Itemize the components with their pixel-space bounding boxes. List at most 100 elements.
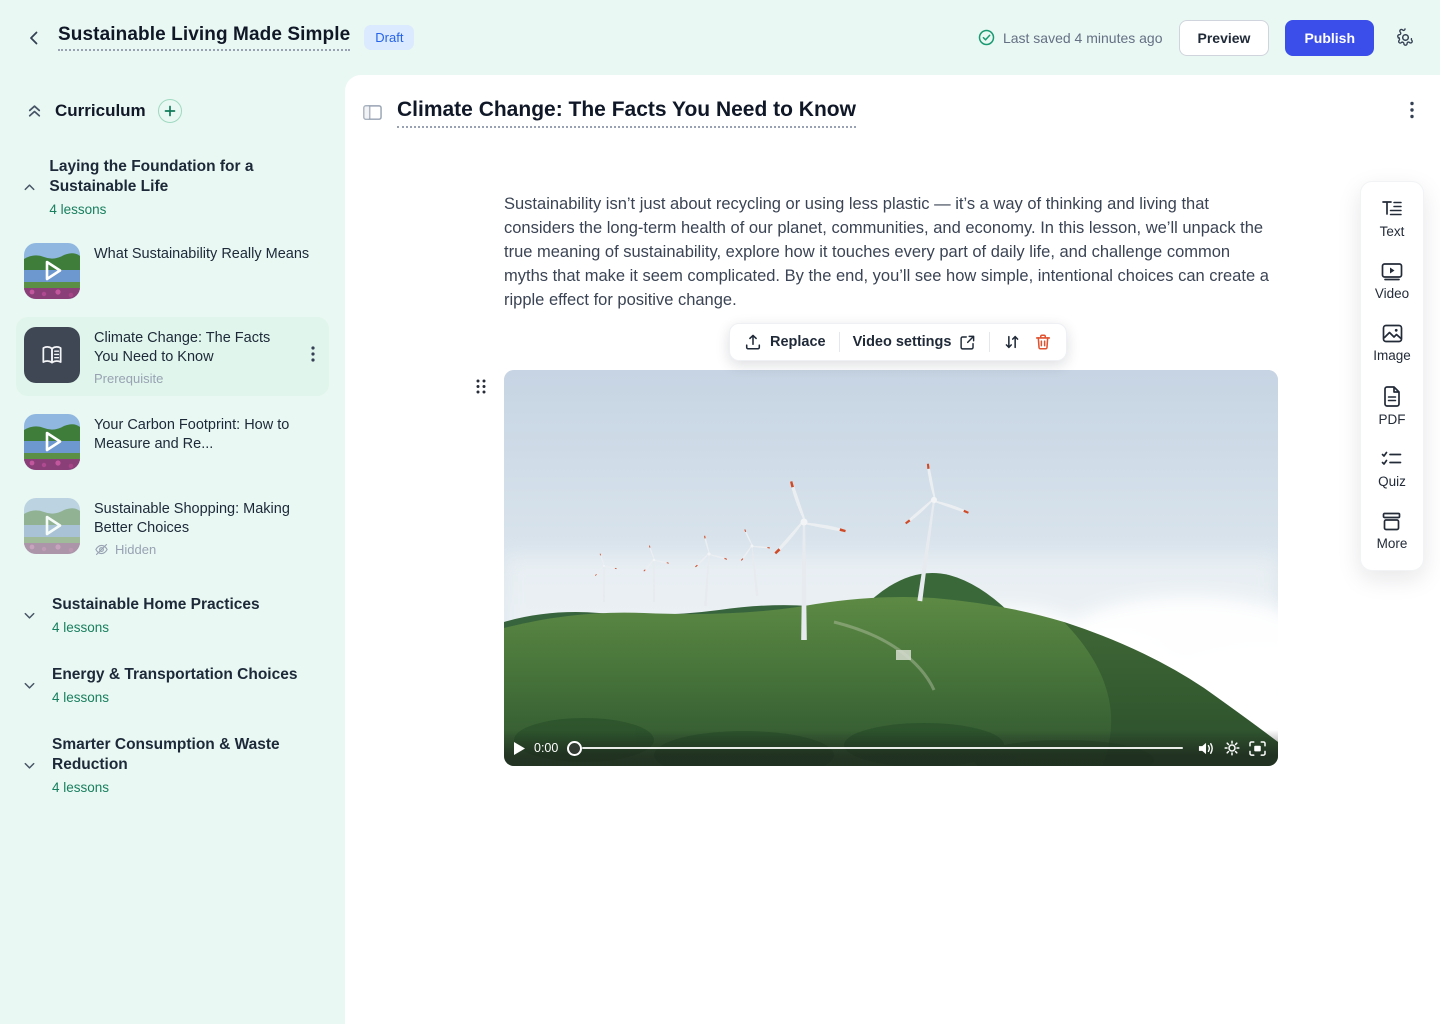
section-header[interactable]: Sustainable Home Practices 4 lessons (16, 593, 329, 637)
upload-icon (744, 333, 762, 351)
lesson-options-button[interactable] (1406, 97, 1418, 128)
toolbar-divider (839, 332, 840, 352)
insert-image-button[interactable]: Image (1373, 324, 1411, 363)
video-frame-windfarm (504, 370, 1278, 766)
curriculum-sidebar: Curriculum Laying the Foundation for a S… (0, 75, 345, 1024)
replace-button[interactable]: Replace (744, 333, 826, 351)
section-title: Sustainable Home Practices (52, 595, 260, 615)
chevron-up-icon (22, 157, 37, 217)
lesson-title: What Sustainability Really Means (94, 245, 309, 264)
last-saved-status: Last saved 4 minutes ago (978, 29, 1163, 46)
insert-more-button[interactable]: More (1377, 512, 1408, 551)
drag-dots-icon (475, 378, 487, 395)
fullscreen-button[interactable] (1249, 741, 1266, 756)
section-lesson-count: 4 lessons (52, 620, 260, 635)
delete-block-button[interactable] (1034, 333, 1052, 351)
curriculum-section: Sustainable Home Practices 4 lessons (16, 593, 329, 637)
video-thumbnail (24, 498, 80, 554)
section-title: Smarter Consumption & Waste Reduction (52, 735, 282, 775)
kebab-menu-icon (311, 346, 315, 362)
kebab-menu-icon (1410, 101, 1414, 119)
chevron-down-icon (22, 595, 40, 635)
section-title: Energy & Transportation Choices (52, 665, 297, 685)
video-block-toolbar: Replace Video settings (729, 323, 1067, 361)
lesson-paragraph[interactable]: Sustainability isn’t just about recyclin… (504, 192, 1278, 312)
reorder-button[interactable] (1003, 333, 1021, 351)
gear-icon (1224, 740, 1240, 756)
section-lesson-count: 4 lessons (49, 202, 329, 217)
section-header[interactable]: Laying the Foundation for a Sustainable … (16, 155, 329, 219)
course-title[interactable]: Sustainable Living Made Simple (58, 24, 350, 51)
back-button[interactable] (20, 24, 48, 52)
chevron-left-icon (25, 29, 43, 47)
lesson-title: Climate Change: The Facts You Need to Kn… (94, 329, 293, 367)
course-editor-app: Sustainable Living Made Simple Draft Las… (0, 0, 1440, 1024)
lesson-page-title[interactable]: Climate Change: The Facts You Need to Kn… (397, 98, 856, 128)
lesson-item-hidden[interactable]: Sustainable Shopping: Making Better Choi… (16, 488, 329, 567)
section-header[interactable]: Energy & Transportation Choices 4 lesson… (16, 663, 329, 707)
video-player[interactable]: 0:00 (504, 370, 1278, 766)
lesson-item[interactable]: Your Carbon Footprint: How to Measure an… (16, 404, 329, 480)
volume-button[interactable] (1198, 741, 1215, 756)
reading-lesson-tile (24, 327, 80, 383)
video-icon (1381, 262, 1403, 281)
plus-icon (164, 105, 176, 117)
insert-quiz-button[interactable]: Quiz (1378, 450, 1406, 489)
sidebar-panel-icon (363, 104, 382, 121)
gear-icon (1395, 27, 1416, 48)
status-badge: Draft (364, 25, 414, 50)
swap-arrows-icon (1003, 333, 1021, 351)
topbar: Sustainable Living Made Simple Draft Las… (0, 0, 1440, 75)
video-progress-bar[interactable] (567, 741, 1183, 756)
play-icon (514, 742, 525, 755)
image-icon (1382, 324, 1403, 343)
lesson-item-selected[interactable]: Climate Change: The Facts You Need to Kn… (16, 317, 329, 396)
lesson-list: What Sustainability Really Means Climate… (16, 233, 329, 567)
video-settings-button[interactable] (1224, 740, 1240, 756)
insert-pdf-button[interactable]: PDF (1379, 386, 1406, 427)
main-layout: Curriculum Laying the Foundation for a S… (0, 75, 1440, 1024)
toolbar-divider (989, 332, 990, 352)
lesson-title: Sustainable Shopping: Making Better Choi… (94, 500, 319, 538)
progress-track[interactable] (582, 747, 1183, 750)
check-circle-icon (978, 29, 995, 46)
lesson-subtitle: Prerequisite (94, 371, 293, 386)
publish-button[interactable]: Publish (1285, 20, 1374, 56)
add-section-button[interactable] (158, 99, 182, 123)
text-icon (1381, 199, 1403, 219)
curriculum-section: Laying the Foundation for a Sustainable … (16, 155, 329, 567)
chevron-down-icon (22, 735, 40, 795)
video-controls: 0:00 (504, 730, 1278, 766)
collapse-all-button[interactable] (26, 103, 43, 120)
lesson-title: Your Carbon Footprint: How to Measure an… (94, 416, 319, 454)
lesson-header: Climate Change: The Facts You Need to Kn… (345, 75, 1440, 128)
external-link-icon (959, 334, 976, 351)
video-timestamp: 0:00 (534, 741, 558, 755)
lesson-item[interactable]: What Sustainability Really Means (16, 233, 329, 309)
progress-scrubber[interactable] (567, 741, 582, 756)
video-settings-button[interactable]: Video settings (853, 334, 977, 351)
quiz-checklist-icon (1381, 450, 1402, 469)
video-thumbnail (24, 243, 80, 299)
chevron-down-icon (22, 665, 40, 705)
block-drag-handle[interactable] (475, 378, 487, 400)
preview-button[interactable]: Preview (1179, 20, 1270, 56)
curriculum-header: Curriculum (16, 93, 329, 129)
book-open-icon (39, 342, 65, 368)
topbar-actions: Last saved 4 minutes ago Preview Publish (978, 20, 1420, 56)
lesson-options-button[interactable] (307, 342, 319, 371)
more-blocks-icon (1381, 512, 1402, 531)
pdf-document-icon (1383, 386, 1401, 407)
volume-icon (1198, 741, 1215, 756)
panel-toggle-button[interactable] (363, 104, 382, 121)
curriculum-section: Smarter Consumption & Waste Reduction 4 … (16, 733, 329, 797)
curriculum-title: Curriculum (55, 101, 146, 121)
play-button[interactable] (514, 742, 525, 755)
eye-off-icon (94, 542, 109, 557)
insert-text-button[interactable]: Text (1380, 199, 1405, 239)
section-header[interactable]: Smarter Consumption & Waste Reduction 4 … (16, 733, 329, 797)
settings-button[interactable] (1390, 23, 1420, 53)
insert-video-button[interactable]: Video (1375, 262, 1409, 301)
video-thumbnail (24, 414, 80, 470)
lesson-hidden-status: Hidden (94, 542, 319, 557)
